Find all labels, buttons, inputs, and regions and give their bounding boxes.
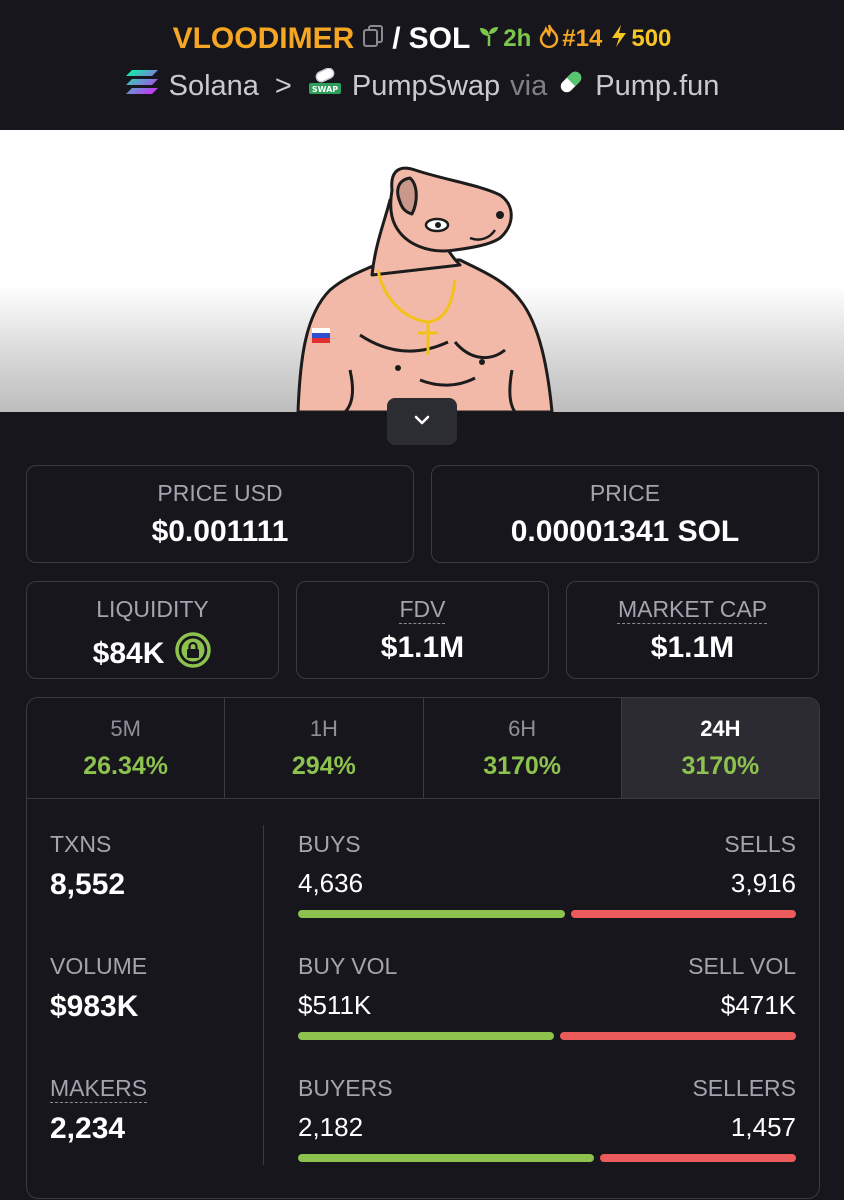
sellers-label: SELLERS: [692, 1075, 796, 1101]
sell-bar-segment: [570, 910, 796, 918]
buy-bar-segment: [298, 1032, 554, 1040]
volume-ratio-bar: [298, 1032, 796, 1040]
copy-icon[interactable]: [362, 22, 384, 56]
volume-stat: VOLUME $983K: [50, 953, 147, 1024]
buyers-ratio-bar: [298, 1154, 796, 1162]
tab-6h[interactable]: 6H 3170%: [424, 698, 622, 798]
price-native-value: 0.00001341 SOL: [510, 515, 740, 548]
tab-label: 24H: [700, 716, 741, 741]
tab-label: 6H: [508, 716, 537, 741]
chevron-down-icon: [413, 413, 431, 431]
market-cap-card: MARKET CAP $1.1M: [566, 581, 819, 679]
makers-label[interactable]: MAKERS: [50, 1075, 147, 1101]
volume-value: $983K: [50, 990, 139, 1023]
tab-change: 26.34%: [83, 752, 169, 780]
tab-1h[interactable]: 1H 294%: [225, 698, 424, 798]
quote-symbol: SOL: [408, 22, 471, 55]
buy-sell-volume-row: BUY VOL SELL VOL $511K $471K: [298, 953, 796, 1040]
buys-label: BUYS: [298, 831, 361, 857]
liquidity-label: LIQUIDITY: [96, 596, 209, 622]
fdv-card: FDV $1.1M: [296, 581, 549, 679]
breadcrumb-chain[interactable]: Solana: [169, 70, 259, 103]
sell-vol-value: $471K: [720, 990, 796, 1020]
price-native-card: PRICE 0.00001341 SOL: [431, 465, 819, 563]
txns-value: 8,552: [50, 868, 126, 901]
buy-vol-value: $511K: [298, 990, 372, 1020]
buyers-sellers-row: BUYERS SELLERS 2,182 1,457: [298, 1075, 796, 1162]
makers-stat: MAKERS 2,234: [50, 1075, 147, 1146]
price-usd-label: PRICE USD: [157, 480, 283, 506]
flame-icon: [539, 24, 559, 55]
tab-label: 5M: [110, 716, 141, 741]
buy-bar-segment: [298, 910, 565, 918]
buys-sells-row: BUYS SELLS 4,636 3,916: [298, 831, 796, 918]
breadcrumb-launchpad[interactable]: Pump.fun: [595, 70, 719, 103]
txns-label: TXNS: [50, 831, 112, 857]
buyers-value: 2,182: [298, 1112, 364, 1142]
tab-label: 1H: [309, 716, 338, 741]
market-cap-label[interactable]: MARKET CAP: [618, 596, 767, 622]
volume-label: VOLUME: [50, 953, 148, 979]
age-text: 2h: [503, 25, 532, 52]
tab-change: 294%: [291, 752, 356, 780]
buyers-label: BUYERS: [298, 1075, 393, 1101]
trading-stats-panel: 5M 26.34% 1H 294% 6H 3170% 24H 3170% TXN…: [26, 697, 820, 1199]
sell-bar-segment: [559, 1032, 796, 1040]
price-usd-card: PRICE USD $0.001111: [26, 465, 414, 563]
price-native-label: PRICE: [589, 480, 661, 506]
seedling-icon: [478, 25, 500, 54]
boost-badge[interactable]: 500: [610, 24, 671, 55]
txns-stat: TXNS 8,552: [50, 831, 125, 902]
buys-value: 4,636: [298, 868, 364, 898]
totals-column: TXNS 8,552 VOLUME $983K MAKERS 2,234: [27, 799, 263, 1198]
sell-bar-segment: [599, 1154, 796, 1162]
age-badge: 2h: [478, 25, 531, 54]
sells-label: SELLS: [724, 831, 796, 857]
tab-change: 3170%: [681, 752, 760, 780]
breadcrumb-via: via: [510, 69, 548, 102]
tab-24h[interactable]: 24H 3170%: [621, 698, 819, 798]
sell-vol-label: SELL VOL: [688, 953, 796, 979]
pair-header: VLOODIMER / SOL 2h #14 500 Solana > SWAP…: [0, 0, 844, 130]
buys-sells-ratio-bar: [298, 910, 796, 918]
timeframe-tabs: 5M 26.34% 1H 294% 6H 3170% 24H 3170%: [27, 698, 819, 799]
makers-value: 2,234: [50, 1112, 126, 1145]
tab-5m[interactable]: 5M 26.34%: [27, 698, 226, 798]
solana-logo-icon: [125, 69, 159, 103]
pair-separator: /: [392, 22, 401, 55]
fdv-label[interactable]: FDV: [400, 596, 446, 622]
market-cap-value: $1.1M: [650, 631, 735, 664]
svg-text:SWAP: SWAP: [312, 85, 338, 94]
price-usd-value: $0.001111: [151, 515, 289, 548]
lock-icon[interactable]: [174, 631, 212, 677]
sells-value: 3,916: [730, 868, 796, 898]
breadcrumb-separator: >: [274, 69, 292, 102]
column-divider: [263, 825, 264, 1165]
breadcrumb-dex[interactable]: PumpSwap: [352, 70, 500, 103]
fdv-value: $1.1M: [380, 631, 465, 664]
trending-rank-badge[interactable]: #14: [539, 24, 602, 55]
boost-text: 500: [631, 25, 672, 52]
liquidity-card: LIQUIDITY $84K: [26, 581, 279, 679]
token-banner-image: [0, 130, 844, 412]
token-symbol[interactable]: VLOODIMER: [173, 22, 355, 56]
sellers-value: 1,457: [730, 1112, 796, 1142]
buy-vol-label: BUY VOL: [298, 953, 398, 979]
pill-icon: [557, 68, 585, 104]
liquidity-value: $84K: [92, 637, 165, 670]
buy-bar-segment: [298, 1154, 594, 1162]
bolt-icon: [610, 24, 628, 55]
breadcrumb: Solana > SWAP PumpSwap via Pump.fun: [0, 67, 844, 104]
rank-text: #14: [562, 25, 603, 52]
tab-change: 3170%: [483, 752, 562, 780]
collapse-banner-button[interactable]: [387, 398, 457, 445]
pair-title-row: VLOODIMER / SOL 2h #14 500: [0, 22, 844, 56]
pumpswap-logo-icon: SWAP: [308, 67, 342, 104]
